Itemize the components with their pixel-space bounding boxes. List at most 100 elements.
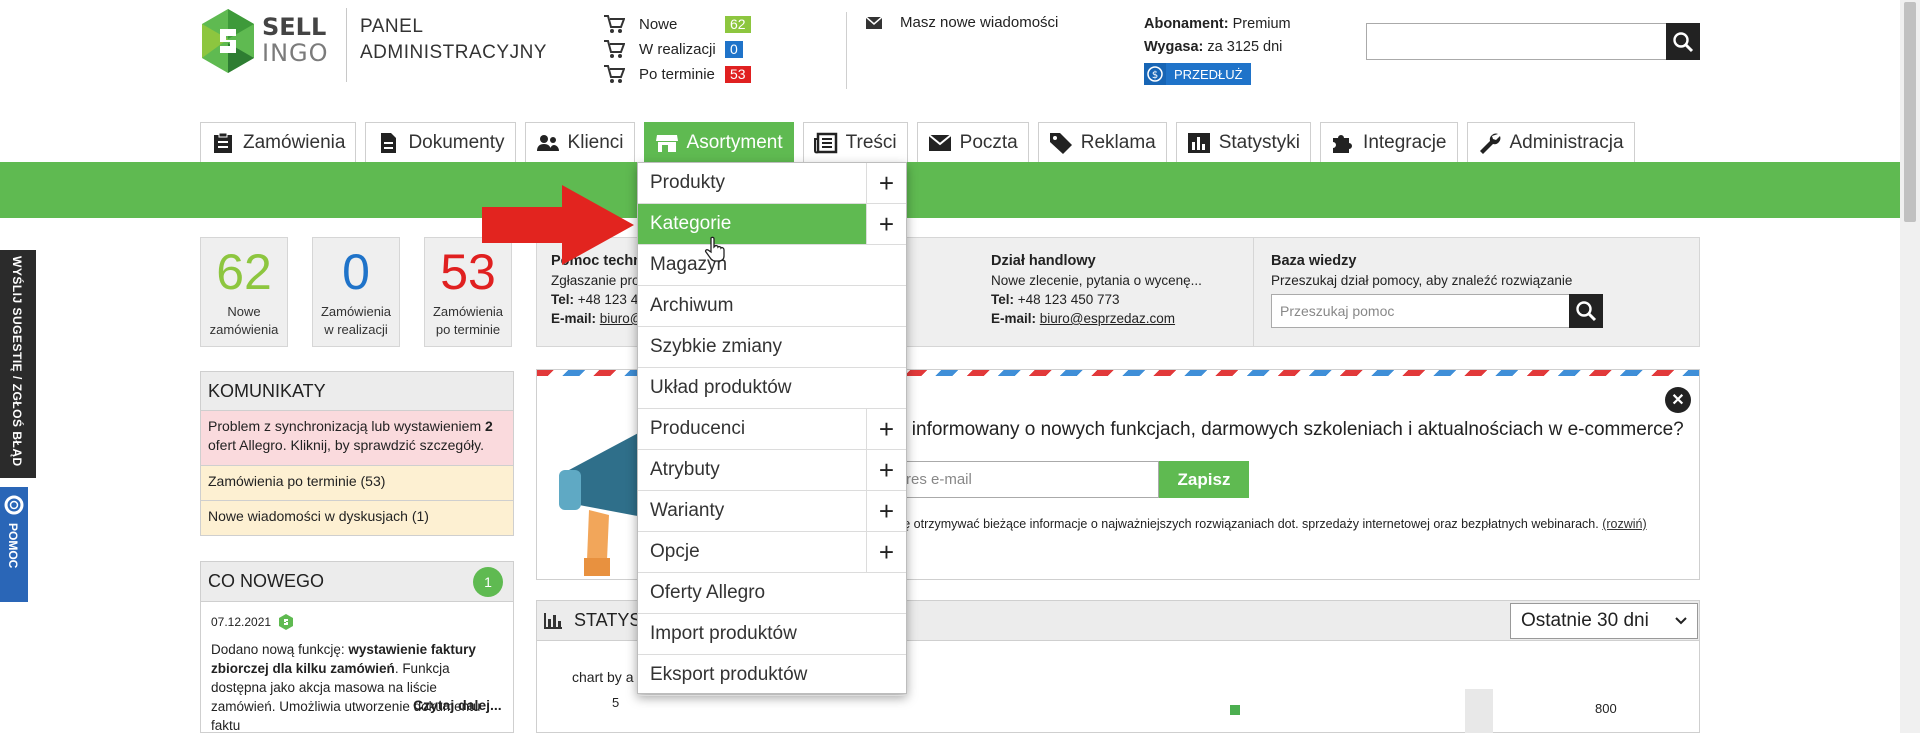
search-icon [1576, 301, 1597, 322]
menu-item-magazyn[interactable]: Magazyn [638, 245, 906, 286]
messages-link[interactable]: Masz nowe wiadomości [866, 14, 1058, 31]
menu-item-szybkie-zmiany[interactable]: Szybkie zmiany [638, 327, 906, 368]
stat-box-label-line1: Zamówienia [320, 304, 392, 319]
menu-item-produkty[interactable]: Produkty + [638, 163, 906, 204]
knowledge-desc: Przeszukaj dział pomocy, aby znaleźć roz… [1271, 273, 1573, 288]
scrollbar-thumb[interactable] [1904, 2, 1916, 222]
period-select[interactable]: Ostatnie 30 dni [1510, 603, 1698, 639]
logo-text-bottom: INGO [262, 39, 329, 67]
envelope-icon [928, 133, 952, 151]
add-produkty-button[interactable]: + [866, 163, 906, 203]
add-kategorie-button[interactable]: + [866, 204, 906, 244]
messages-label: Masz nowe wiadomości [900, 14, 1059, 31]
menu-item-eksport-produktow[interactable]: Eksport produktów [638, 655, 906, 696]
add-atrybuty-button[interactable]: + [866, 450, 906, 490]
tab-tresci[interactable]: Treści [802, 122, 908, 162]
add-opcje-button[interactable]: + [866, 532, 906, 572]
lifebuoy-icon [4, 495, 24, 515]
tab-zamowienia[interactable]: Zamówienia [200, 122, 357, 162]
add-warianty-button[interactable]: + [866, 491, 906, 531]
global-search-button[interactable] [1666, 23, 1700, 60]
chart-icon [1187, 132, 1210, 153]
logo-text: SELL INGO [262, 14, 329, 66]
global-search-input[interactable] [1366, 23, 1700, 60]
menu-item-label: Atrybuty [650, 459, 720, 480]
tab-label: Statystyki [1218, 131, 1301, 153]
header-overdue-orders[interactable]: Po terminie 53 [603, 63, 751, 85]
knowledge-title: Baza wiedzy [1271, 253, 1357, 269]
sales-email-link[interactable]: biuro@esprzedaz.com [1040, 311, 1175, 326]
help-search-input[interactable]: Przeszukaj pomoc [1271, 294, 1571, 328]
menu-item-producenci[interactable]: Producenci + [638, 409, 906, 450]
menu-item-import-produktow[interactable]: Import produktów [638, 614, 906, 655]
support-email-label: E-mail: [551, 311, 597, 326]
header-overdue-badge: 53 [725, 65, 751, 83]
menu-item-label: Układ produktów [650, 377, 792, 398]
panel-title-line2: ADMINISTRACYJNY [360, 42, 547, 63]
komunikat-count: 2 [485, 418, 493, 434]
news-text: Dodano nową funkcję: wystawienie faktury… [211, 640, 501, 733]
page-scrollbar[interactable] [1900, 0, 1920, 733]
menu-item-kategorie[interactable]: Kategorie + [638, 204, 906, 245]
support-tel: +48 123 45 [577, 292, 646, 307]
extend-subscription-button[interactable]: $ PRZEDŁUŻ [1144, 63, 1251, 85]
chart-title: chart by a [572, 669, 634, 685]
tab-label: Treści [845, 131, 897, 153]
menu-item-label: Warianty [650, 500, 725, 521]
menu-item-atrybuty[interactable]: Atrybuty + [638, 450, 906, 491]
stat-box-new[interactable]: 62 Nowe zamówienia [200, 237, 288, 347]
help-side-tab[interactable]: POMOC [0, 487, 28, 602]
tab-label: Klienci [567, 131, 624, 153]
menu-item-warianty[interactable]: Warianty + [638, 491, 906, 532]
header-new-orders[interactable]: Nowe 62 [603, 13, 751, 35]
submenu-bar [0, 162, 1900, 218]
news-panel: CO NOWEGO 1 07.12.2021 Dodano nową funkc… [200, 561, 514, 733]
sales-contact: Dział handlowy Nowe zlecenie, pytania o … [991, 252, 1202, 328]
tab-statystyki[interactable]: Statystyki [1175, 122, 1312, 162]
tab-administracja[interactable]: Administracja [1466, 122, 1635, 162]
logo-text-top: SELL [262, 13, 327, 41]
help-search-button[interactable] [1569, 294, 1603, 328]
suggestion-side-tab[interactable]: WYŚLIJ SUGESTIĘ / ZGŁOŚ BŁĄD [0, 250, 36, 478]
tab-integracje[interactable]: Integracje [1320, 122, 1458, 162]
menu-item-label: Import produktów [650, 623, 797, 644]
tab-klienci[interactable]: Klienci [524, 122, 635, 162]
stat-box-in-progress[interactable]: 0 Zamówienia w realizacji [312, 237, 400, 347]
komunikaty-title: KOMUNIKATY [200, 371, 514, 411]
extend-button-label: PRZEDŁUŻ [1174, 66, 1243, 82]
header-overdue-label: Po terminie [639, 65, 715, 83]
panel-title: PANEL ADMINISTRACYJNY [360, 14, 547, 66]
newsletter-submit-button[interactable]: Zapisz [1159, 461, 1249, 498]
expires-label: Wygasa: [1144, 39, 1204, 55]
stat-box-label-line2: po terminie [435, 322, 501, 337]
tab-asortyment[interactable]: Asortyment [643, 122, 794, 162]
newsletter-email-input[interactable]: res e-mail [897, 461, 1159, 498]
add-producenci-button[interactable]: + [866, 409, 906, 449]
header-divider [846, 12, 847, 89]
header-in-progress-orders[interactable]: W realizacji 0 [603, 38, 743, 60]
komunikat-new-messages[interactable]: Nowe wiadomości w dyskusjach (1) [200, 501, 514, 536]
menu-item-opcje[interactable]: Opcje + [638, 532, 906, 573]
menu-item-archiwum[interactable]: Archiwum [638, 286, 906, 327]
komunikat-allegro-problem[interactable]: Problem z synchronizacją lub wystawienie… [200, 411, 514, 466]
menu-item-label: Producenci [650, 418, 746, 439]
tab-dokumenty[interactable]: Dokumenty [365, 122, 516, 162]
menu-item-oferty-allegro[interactable]: Oferty Allegro [638, 573, 906, 614]
header-new-orders-label: Nowe [639, 15, 678, 33]
tab-label: Poczta [959, 131, 1018, 153]
newsletter-close-button[interactable]: ✕ [1665, 387, 1691, 413]
menu-item-uklad-produktow[interactable]: Układ produktów [638, 368, 906, 409]
newsletter-consent: cę otrzymywać bieżące informacje o najwa… [897, 517, 1647, 531]
newsletter-consent-expand-link[interactable]: (rozwiń) [1602, 517, 1646, 531]
menu-item-label: Kategorie [650, 213, 732, 234]
tab-reklama[interactable]: Reklama [1037, 122, 1167, 162]
tab-poczta[interactable]: Poczta [916, 122, 1029, 162]
komunikat-text: ofert Allegro. Kliknij, by sprawdzić szc… [208, 437, 484, 453]
logo-divider [346, 8, 347, 82]
news-text-pre: Dodano nową funkcję: [211, 642, 349, 657]
komunikat-text: Problem z synchronizacją lub wystawienie… [208, 418, 485, 434]
sellingo-logo [202, 9, 254, 73]
read-more-link[interactable]: Czytaj dalej... [413, 697, 502, 713]
hand-cursor-icon [704, 236, 725, 262]
komunikat-overdue-orders[interactable]: Zamówienia po terminie (53) [200, 466, 514, 501]
